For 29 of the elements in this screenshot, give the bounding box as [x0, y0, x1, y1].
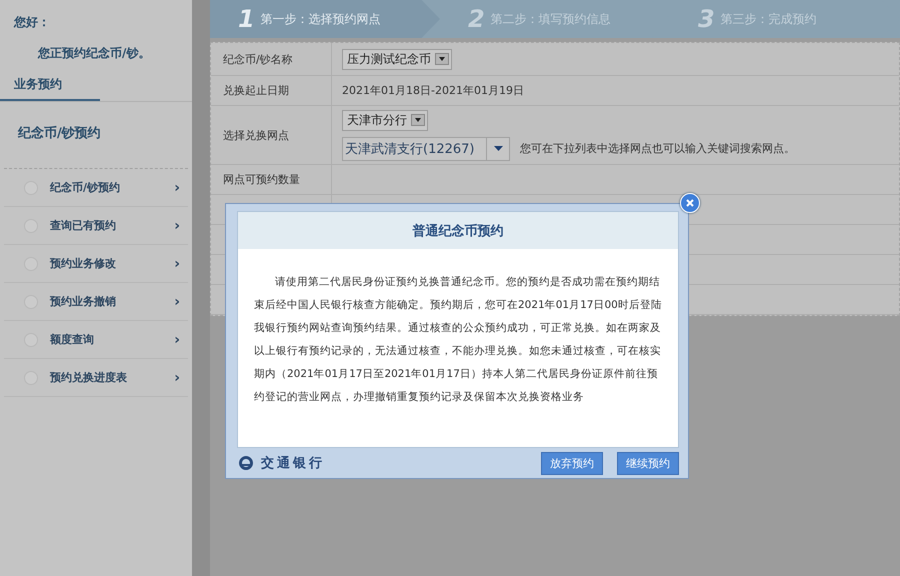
field-label: 选择兑换网点	[223, 128, 289, 142]
caret-icon	[415, 118, 421, 122]
bank-logo-icon	[237, 455, 255, 472]
field-label: 网点可预约数量	[223, 172, 300, 187]
sidebar-item[interactable]: 纪念币/钞预约 ›	[4, 169, 188, 207]
status-message: 您正预约纪念币/钞。	[36, 45, 152, 62]
date-range-text: 2021年01月18日-2021年01月19日	[342, 83, 525, 98]
branch-combo-field[interactable]: 天津武清支行(12267)	[342, 136, 510, 160]
greeting-text: 您好：	[12, 14, 51, 31]
close-icon	[686, 199, 694, 207]
hint-text: 您可在下拉列表中选择网点也可以输入关键词搜索网点。	[520, 141, 795, 156]
caret-icon	[439, 57, 445, 61]
field-label: 兑换起止日期	[223, 83, 289, 98]
sidebar-item[interactable]: 额度查询 ›	[4, 321, 188, 359]
notice-paragraph: 请使用第二代居民身份证预约兑换普通纪念币。您的预约是否成功需在预约期结束后经中国人民银行核查方能确定。预约期后，您可在2021年01月17日00时后登陆我银行预约网站查询预约结果。通过核查的公众预约成功，可正常兑换。如在两家及以上银行有预约记录的，无法通过核查，不能办理兑换。如您未通过核查，可在核实期内（2021年01月17日至2021年01月17日）持本人第二代居民身份证原件前往预约登记的营业网点，办理撤销重复预约记录及保留本次兑换资格业务	[253, 275, 663, 405]
group-title: 纪念币/钞预约	[4, 102, 188, 169]
bank-logo-text: 交通银行	[261, 454, 325, 472]
sidebar-item[interactable]: 预约兑换进度表 ›	[4, 359, 188, 397]
field-label: 纪念币/钞名称	[223, 52, 293, 66]
dialog-title: 普通纪念币预约	[238, 212, 678, 249]
coin-select[interactable]: 压力测试纪念币	[342, 48, 452, 70]
dialog-button[interactable]: 继续预约	[617, 452, 679, 475]
section-tab[interactable]: 业务预约	[0, 72, 100, 101]
sidebar-item[interactable]: 预约业务修改 ›	[4, 245, 188, 283]
caret-icon	[494, 146, 502, 151]
dialog-button[interactable]: 放弃预约	[541, 452, 603, 475]
sidebar-item[interactable]: 查询已有预约 ›	[4, 207, 188, 245]
city-select[interactable]: 天津市分行	[342, 110, 428, 130]
sidebar-item[interactable]: 预约业务撤销 ›	[4, 283, 188, 321]
